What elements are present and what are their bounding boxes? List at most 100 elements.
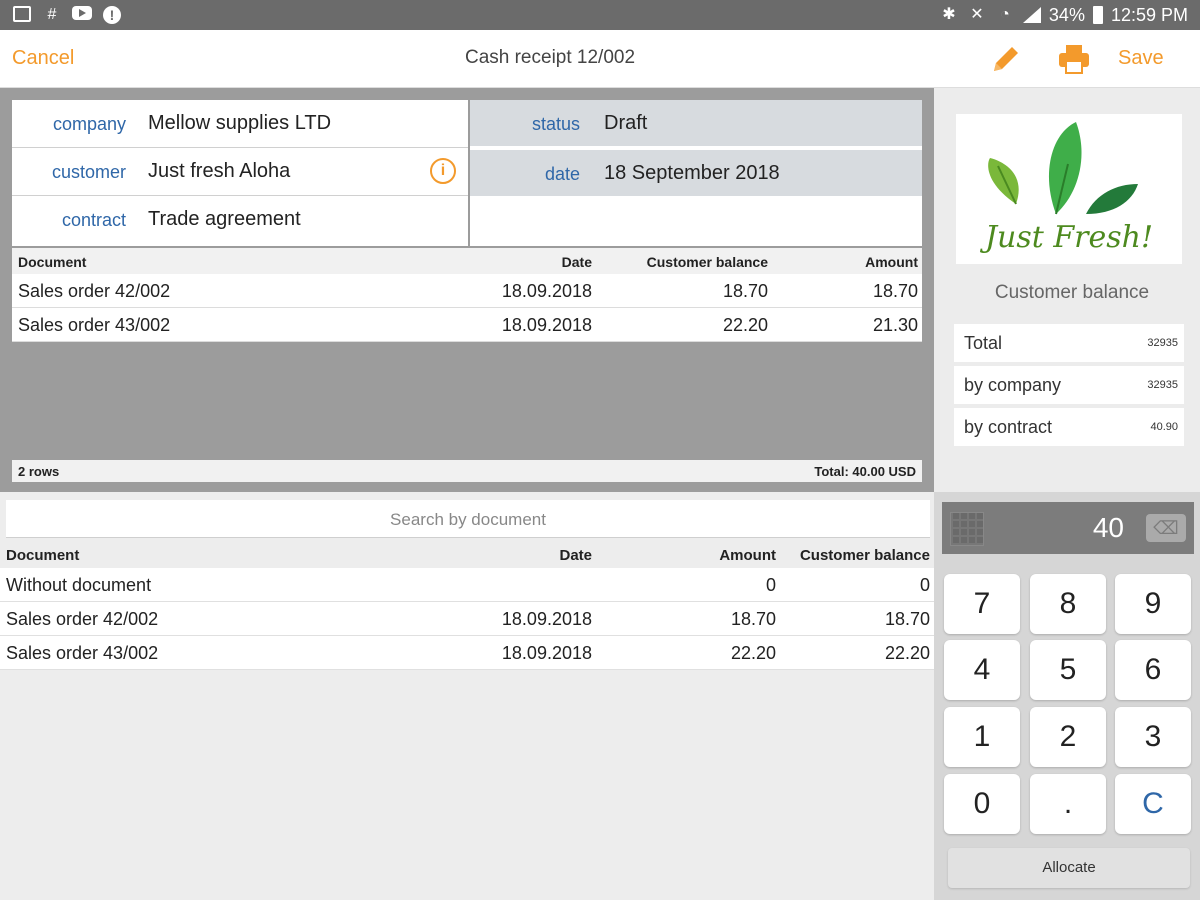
balance-row-company: by company 32935 [954, 366, 1184, 404]
date-cell: 18.09.2018 [501, 281, 592, 301]
company-value: Mellow supplies LTD [148, 112, 332, 134]
balance-label: by company [964, 375, 1062, 395]
table-header: Document Date Customer balance Amount [12, 248, 922, 274]
contract-label: contract [61, 210, 126, 230]
status-value: Draft [604, 112, 648, 134]
balance-cell: 22.20 [722, 315, 768, 335]
key-3[interactable]: 3 [1115, 707, 1191, 767]
contract-value: Trade agreement [148, 208, 301, 230]
customer-logo: Just Fresh! [956, 114, 1182, 264]
hash-icon: # [47, 6, 57, 23]
date-cell: 18.09.2018 [501, 609, 592, 629]
available-documents-table: Document Date Amount Customer balance Wi… [0, 542, 934, 670]
wifi-icon: ◔ [1000, 6, 1010, 23]
info-icon[interactable]: i [430, 158, 456, 184]
date-label: date [544, 164, 580, 184]
column-header: Customer balance [646, 254, 768, 270]
amount-cell: 22.20 [730, 643, 776, 663]
mute-icon: ✕ [970, 6, 984, 23]
contract-field[interactable]: contract Trade agreement [12, 196, 468, 244]
key-1[interactable]: 1 [944, 707, 1020, 767]
balance-cell: 18.70 [722, 281, 768, 301]
amount-cell: 21.30 [872, 315, 918, 335]
balance-label: by contract [964, 417, 1053, 437]
search-input[interactable]: Search by document [6, 500, 930, 538]
customer-balance-title: Customer balance [994, 282, 1150, 303]
table-row[interactable]: Without document 0 0 [0, 568, 934, 602]
header-fields-right: status Draft date 18 September 2018 [470, 100, 922, 246]
table-row[interactable]: Sales order 42/002 18.09.2018 18.70 18.7… [12, 274, 922, 308]
calculator-icon[interactable] [950, 512, 984, 546]
allocate-button[interactable]: Allocate [948, 848, 1190, 888]
column-header: Customer balance [799, 547, 930, 564]
available-documents-panel: Search by document Document Date Amount … [0, 492, 934, 900]
key-0[interactable]: 0 [944, 774, 1020, 834]
table-header: Document Date Amount Customer balance [0, 542, 934, 568]
key-2[interactable]: 2 [1030, 707, 1106, 767]
gallery-icon [12, 6, 32, 24]
amount-display: 40 ⌫ [942, 502, 1194, 554]
key-4[interactable]: 4 [944, 640, 1020, 700]
header-fields-left: company Mellow supplies LTD customer Jus… [12, 100, 468, 246]
column-header: Date [559, 547, 592, 564]
table-row[interactable]: Sales order 42/002 18.09.2018 18.70 18.7… [0, 602, 934, 636]
balance-row-contract: by contract 40.90 [954, 408, 1184, 446]
column-header: Amount [865, 254, 918, 270]
amount-keypad: 40 ⌫ 7 8 9 4 5 6 1 2 3 0 . C Allocate [934, 492, 1200, 900]
customer-value: Just fresh Aloha [148, 160, 291, 182]
document-cell: Sales order 43/002 [18, 315, 171, 335]
column-header: Document [18, 254, 87, 270]
key-6[interactable]: 6 [1115, 640, 1191, 700]
allocated-documents-table: Document Date Customer balance Amount Sa… [12, 248, 922, 342]
table-footer: 2 rows Total: 40.00 USD [12, 460, 922, 482]
balance-value: 32935 [1147, 379, 1178, 391]
backspace-icon[interactable]: ⌫ [1146, 514, 1186, 542]
signal-icon [1022, 7, 1041, 23]
total-amount: Total: 40.00 USD [814, 464, 916, 479]
customer-label: customer [51, 162, 126, 182]
rows-count: 2 rows [18, 464, 60, 479]
save-button[interactable]: Save [1118, 47, 1164, 70]
balance-value: 40.90 [1150, 421, 1178, 433]
key-5[interactable]: 5 [1030, 640, 1106, 700]
amount-cell: 0 [765, 575, 776, 595]
amount-cell: 18.70 [872, 281, 918, 301]
company-field[interactable]: company Mellow supplies LTD [12, 100, 468, 148]
alert-icon: ! [102, 6, 122, 24]
leaves-icon [988, 122, 1138, 215]
table-row[interactable]: Sales order 43/002 18.09.2018 22.20 22.2… [0, 636, 934, 670]
status-label: status [531, 114, 580, 134]
clock: 12:59 PM [1110, 4, 1188, 25]
date-value: 18 September 2018 [604, 162, 780, 184]
youtube-icon [72, 6, 92, 24]
key-decimal[interactable]: . [1030, 774, 1106, 834]
balance-value: 32935 [1147, 337, 1178, 349]
bluetooth-icon: ✱ [942, 6, 956, 23]
document-cell: Without document [6, 575, 152, 595]
date-cell: 18.09.2018 [501, 315, 592, 335]
pencil-icon[interactable] [990, 43, 1022, 75]
date-field[interactable]: date 18 September 2018 [470, 150, 922, 196]
balance-cell: 22.20 [884, 643, 930, 663]
status-bar: # ! ✱ ✕ ◔ 34% 12:59 PM [0, 0, 1200, 30]
table-row[interactable]: Sales order 43/002 18.09.2018 22.20 21.3… [12, 308, 922, 342]
key-8[interactable]: 8 [1030, 574, 1106, 634]
status-bar-left: # ! [12, 6, 122, 24]
status-bar-right: ✱ ✕ ◔ 34% 12:59 PM [939, 5, 1188, 26]
document-cell: Sales order 42/002 [18, 281, 171, 301]
receipt-details-panel: company Mellow supplies LTD customer Jus… [0, 88, 934, 492]
balance-label: Total [964, 333, 1003, 353]
key-7[interactable]: 7 [944, 574, 1020, 634]
key-clear[interactable]: C [1115, 774, 1191, 834]
column-header: Amount [719, 547, 776, 564]
balance-cell: 18.70 [884, 609, 930, 629]
top-bar: Cancel Cash receipt 12/002 Save [0, 30, 1200, 88]
document-cell: Sales order 43/002 [6, 643, 159, 663]
document-cell: Sales order 42/002 [6, 609, 159, 629]
status-field[interactable]: status Draft [470, 100, 922, 146]
customer-field[interactable]: customer Just fresh Aloha i [12, 148, 468, 196]
print-icon[interactable] [1057, 43, 1091, 75]
key-9[interactable]: 9 [1115, 574, 1191, 634]
amount-value: 40 [1092, 512, 1124, 543]
company-label: company [52, 114, 126, 134]
